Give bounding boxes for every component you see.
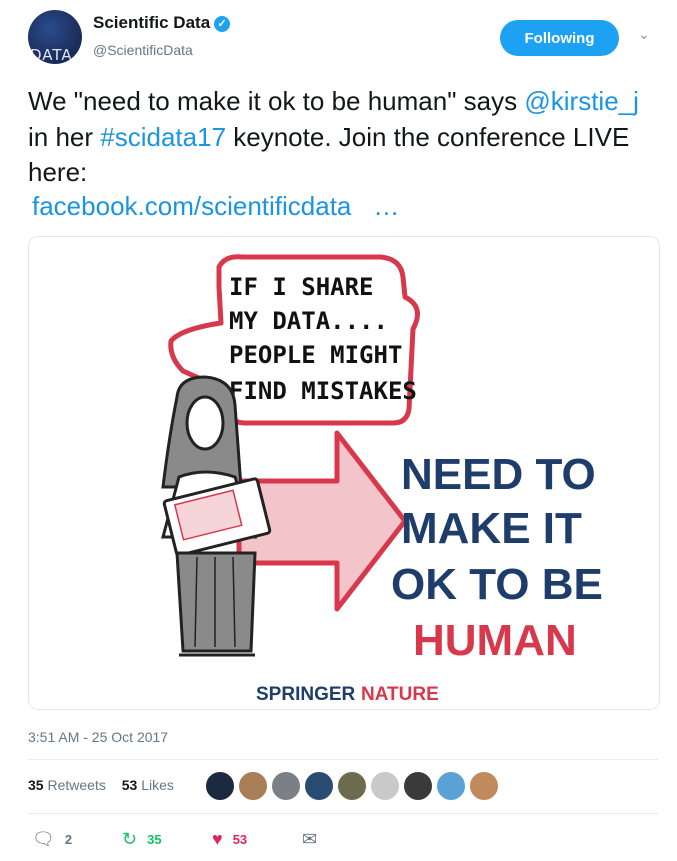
headline-line-2: MAKE IT [401,504,582,553]
likes-stat-label: Likes [141,777,174,793]
tweet-text-part-1: We "need to make it ok to be human" says [28,86,525,116]
bubble-line-3: PEOPLE MIGHT [229,341,402,369]
likes-stat-count: 53 [121,777,138,793]
headline-line-1: NEED TO [401,450,596,499]
bubble-line-4: FIND MISTAKES [229,377,417,405]
retweet-icon: ↻ [122,829,138,849]
headline-emphasis: HUMAN [413,616,577,665]
reply-count: 2 [64,831,73,847]
tweet-media-card[interactable]: IF I SHARE MY DATA.... PEOPLE MIGHT FIND… [28,236,660,710]
divider-top [28,759,658,760]
like-action[interactable]: ♥ 53 [212,829,247,849]
brand-nature: NATURE [361,684,439,705]
retweet-count: 35 [147,831,162,847]
account-handle[interactable]: @ScientificData [93,42,193,58]
retweet-action[interactable]: ↻ 35 [122,829,162,849]
url-line: facebook.com/scientificdata … [32,191,399,222]
headline-line-3: OK TO BE [391,560,603,609]
person-face [185,395,225,451]
verified-badge-icon: ✓ [214,16,231,32]
bubble-line-1: IF I SHARE [229,273,374,301]
retweets-stat[interactable]: 35 Retweets [28,777,106,793]
engagement-stats: 35 Retweets 53 Likes [28,777,174,793]
tweet-text-part-2: in her [28,121,101,152]
liker-avatar[interactable] [403,771,433,801]
tweet-timestamp[interactable]: 3:51 AM - 25 Oct 2017 [28,729,168,745]
like-count: 53 [232,831,248,847]
direct-message-action[interactable]: ✉ [302,829,317,849]
liker-avatar[interactable] [436,771,466,801]
envelope-icon: ✉ [302,829,318,849]
liker-avatar[interactable] [469,771,499,801]
more-options-chevron-icon[interactable]: ⌄ [638,26,656,44]
likes-stat[interactable]: 53 Likes [122,777,174,793]
tweet-url-link[interactable]: facebook.com/scientificdata [32,191,351,221]
retweets-stat-label: Retweets [47,777,106,793]
reply-icon: 🗨 [32,829,55,849]
following-button[interactable]: Following [500,20,619,56]
account-name-text: Scientific Data [93,13,211,32]
heart-icon: ♥ [212,829,223,849]
avatar-text: DATA [30,46,73,64]
person-skirt [175,551,257,653]
reply-action[interactable]: 🗨 2 [32,829,72,849]
brand-springer: SPRINGER [256,684,356,705]
retweets-stat-count: 35 [28,777,44,793]
account-name[interactable]: Scientific Data ✓ [93,13,231,33]
bubble-line-2: MY DATA.... [229,307,388,335]
liker-avatar[interactable] [238,771,268,801]
liker-avatar[interactable] [337,771,367,801]
liker-avatar[interactable] [205,771,235,801]
account-avatar[interactable]: DATA [28,10,82,64]
tweet-text: We "need to make it ok to be human" says… [28,84,658,191]
liker-avatar[interactable] [370,771,400,801]
illustration: IF I SHARE MY DATA.... PEOPLE MIGHT FIND… [161,254,603,705]
mention-link[interactable]: @kirstie_j [524,86,639,116]
divider-bottom [28,813,658,814]
url-ellipsis: … [373,191,400,221]
hashtag-link[interactable]: #scidata17 [100,122,226,152]
liker-avatar[interactable] [271,771,301,801]
liker-avatar[interactable] [304,771,334,801]
